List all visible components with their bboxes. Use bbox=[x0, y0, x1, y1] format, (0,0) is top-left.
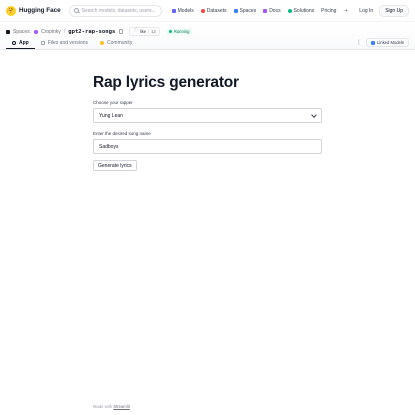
spaces-square-icon bbox=[6, 29, 10, 34]
space-header: Spaces: Cropinky / gpt2-rap-songs ♡ like… bbox=[0, 22, 415, 50]
search-box[interactable] bbox=[68, 4, 162, 17]
search-icon bbox=[73, 8, 79, 13]
spaces-icon bbox=[233, 8, 238, 13]
search-input[interactable] bbox=[81, 7, 161, 14]
tab-community[interactable]: Community bbox=[94, 38, 138, 49]
nav-docs[interactable]: Docs bbox=[263, 7, 281, 14]
nav-models-label: Models bbox=[177, 7, 194, 14]
status-badge: Running bbox=[165, 28, 193, 35]
app-container: Rap lyrics generator Choose your rapper … bbox=[93, 74, 322, 171]
nav-datasets[interactable]: Datasets bbox=[200, 7, 227, 14]
space-tools: ⋮ Linked Models bbox=[356, 38, 409, 47]
status-label: Running bbox=[173, 29, 190, 34]
nav-pricing[interactable]: Pricing bbox=[321, 8, 336, 14]
models-icon bbox=[171, 8, 176, 13]
generate-lyrics-button[interactable]: Generate lyrics bbox=[93, 160, 137, 171]
streamlit-link[interactable]: Streamlit bbox=[113, 404, 130, 409]
login-link[interactable]: Log In bbox=[359, 8, 373, 14]
status-dot-icon bbox=[168, 30, 172, 33]
page-title: Rap lyrics generator bbox=[93, 74, 239, 91]
auth-actions: Log In Sign Up bbox=[359, 4, 409, 17]
song-name-input[interactable] bbox=[93, 139, 322, 154]
spaces-section-label[interactable]: Spaces: bbox=[13, 29, 31, 35]
nav-models[interactable]: Models bbox=[171, 7, 194, 14]
tab-community-label: Community bbox=[107, 40, 133, 46]
hugging-face-logo-icon: 🤗 bbox=[6, 5, 16, 16]
chevron-down-icon bbox=[311, 111, 317, 118]
breadcrumb-separator: / bbox=[63, 28, 66, 35]
tab-files-label: Files and versions bbox=[47, 40, 89, 46]
nav-spaces[interactable]: Spaces bbox=[233, 7, 257, 14]
nav-spaces-label: Spaces bbox=[239, 7, 257, 14]
nav-solutions[interactable]: Solutions bbox=[287, 7, 315, 14]
space-tabs: App Files and versions Community bbox=[6, 38, 138, 49]
like-label: like bbox=[139, 29, 147, 34]
like-button[interactable]: ♡ like 12 bbox=[129, 27, 160, 36]
main-nav: Models Datasets Spaces Docs Solutions Pr… bbox=[171, 7, 348, 14]
like-count: 12 bbox=[148, 29, 156, 34]
datasets-icon bbox=[200, 8, 205, 13]
nav-docs-label: Docs bbox=[269, 7, 281, 14]
tab-app[interactable]: App bbox=[6, 38, 35, 49]
top-navbar: 🤗 Hugging Face Models Datasets Spaces Do… bbox=[0, 0, 415, 22]
tab-files[interactable]: Files and versions bbox=[35, 38, 94, 49]
nav-pricing-label: Pricing bbox=[321, 7, 337, 14]
app-icon bbox=[12, 41, 16, 45]
footer-made-with: Made with bbox=[93, 404, 113, 409]
footer: Made with Streamlit bbox=[93, 404, 130, 409]
files-icon bbox=[40, 41, 45, 45]
nav-solutions-label: Solutions bbox=[293, 7, 315, 14]
tab-app-label: App bbox=[19, 40, 29, 46]
repo-name[interactable]: gpt2-rap-songs bbox=[68, 29, 115, 35]
owner-avatar bbox=[34, 29, 39, 34]
breadcrumb: Spaces: Cropinky / gpt2-rap-songs ♡ like… bbox=[6, 27, 193, 36]
song-name-label: Enter the desired song name bbox=[93, 131, 151, 136]
nav-datasets-label: Datasets bbox=[206, 7, 227, 14]
rapper-select-label: Choose your rapper bbox=[93, 100, 133, 105]
linked-models-label: Linked Models bbox=[376, 40, 404, 45]
heart-icon: ♡ bbox=[133, 28, 138, 34]
linked-models-icon bbox=[370, 40, 375, 45]
docs-icon bbox=[263, 8, 268, 13]
brand[interactable]: 🤗 Hugging Face bbox=[6, 5, 61, 16]
brand-name: Hugging Face bbox=[19, 7, 61, 14]
copy-icon[interactable] bbox=[119, 29, 124, 34]
community-icon bbox=[100, 41, 105, 45]
linked-models-button[interactable]: Linked Models bbox=[365, 38, 409, 47]
kebab-menu-icon[interactable]: ⋮ bbox=[356, 39, 362, 46]
signup-button[interactable]: Sign Up bbox=[379, 4, 409, 17]
solutions-icon bbox=[287, 8, 292, 13]
owner-link[interactable]: Cropinky bbox=[41, 29, 61, 35]
more-menu-icon[interactable]: ⇢ bbox=[343, 8, 347, 14]
rapper-select[interactable]: Yung Lean bbox=[93, 108, 322, 123]
rapper-select-value: Yung Lean bbox=[99, 112, 123, 119]
